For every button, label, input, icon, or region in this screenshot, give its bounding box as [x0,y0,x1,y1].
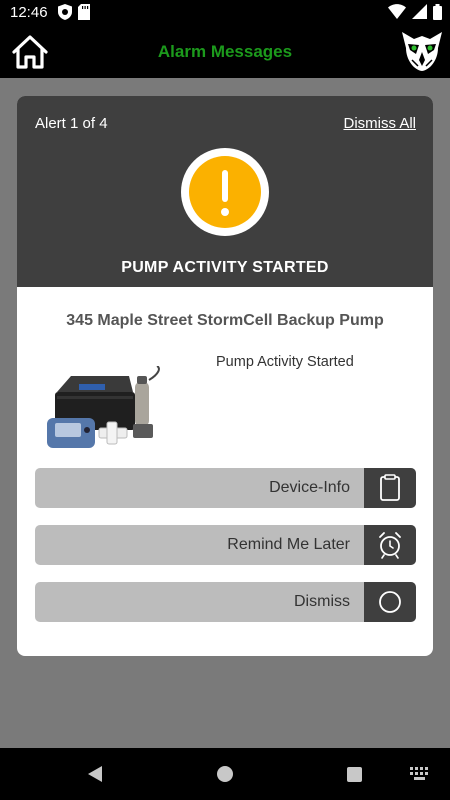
device-name: 345 Maple Street StormCell Backup Pump [66,312,384,329]
circle-icon [379,591,401,613]
device-info-label: Device-Info [269,479,350,496]
remind-me-later-label: Remind Me Later [227,536,350,553]
content-area: Alert 1 of 4 Dismiss All PUMP ACTIVITY S… [0,78,450,748]
sd-card-icon [78,4,90,20]
dismiss-icon-box [364,582,416,622]
shield-notification-icon [58,4,72,20]
owl-logo [400,30,444,72]
dismiss-label: Dismiss [294,593,350,610]
alert-message: Pump Activity Started [216,354,354,370]
back-icon[interactable] [86,765,104,783]
warning-badge [189,156,261,228]
status-bar: 12:46 [0,0,450,24]
device-info-icon-box [364,468,416,508]
alert-card: Alert 1 of 4 Dismiss All PUMP ACTIVITY S… [17,96,433,656]
keyboard-icon[interactable] [410,767,430,781]
app-bar: Alarm Messages [0,24,450,78]
remind-icon-box [364,525,416,565]
exclamation-bar [222,170,228,202]
recent-apps-icon[interactable] [347,767,362,782]
clipboard-icon [380,474,400,501]
signal-icon [412,4,427,19]
status-time: 12:46 [10,4,48,21]
pump-product-image [45,365,167,452]
owl-logo-icon [402,32,442,71]
alert-card-header: Alert 1 of 4 Dismiss All PUMP ACTIVITY S… [17,96,433,287]
wifi-icon [388,4,406,19]
dismiss-all-link[interactable]: Dismiss All [343,115,416,132]
alert-counter: Alert 1 of 4 [35,115,108,132]
system-nav-bar [0,748,450,800]
alert-title: PUMP ACTIVITY STARTED [121,259,329,276]
status-system-icons [388,4,442,20]
device-info-button[interactable]: Device-Info [35,468,416,508]
status-notification-icons [58,4,90,20]
dismiss-button[interactable]: Dismiss [35,582,416,622]
exclamation-icon [181,148,269,236]
page-title: Alarm Messages [157,42,293,61]
remind-me-later-button[interactable]: Remind Me Later [35,525,416,565]
battery-icon [433,4,442,20]
exclamation-dot [221,208,229,216]
alarm-clock-icon [379,532,401,559]
nav-home-icon[interactable] [217,766,233,782]
